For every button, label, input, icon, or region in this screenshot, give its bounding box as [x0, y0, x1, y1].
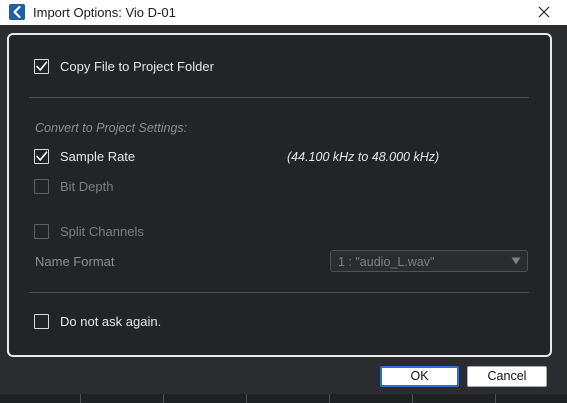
options-panel [7, 33, 552, 357]
window-title: Import Options: Vio D-01 [33, 5, 176, 20]
sample-rate-checkbox[interactable] [34, 149, 49, 164]
checkmark-icon [36, 61, 48, 71]
background-divider [80, 394, 81, 403]
do-not-ask-label[interactable]: Do not ask again. [60, 314, 161, 329]
divider [29, 292, 529, 293]
name-format-select[interactable]: 1 : "audio_L.wav" [330, 250, 528, 272]
ok-button[interactable]: OK [380, 366, 459, 387]
split-channels-checkbox[interactable] [34, 224, 49, 239]
background-divider [495, 394, 496, 403]
cubase-icon [9, 4, 25, 20]
do-not-ask-checkbox[interactable] [34, 314, 49, 329]
close-button[interactable] [521, 0, 567, 25]
convert-settings-heading: Convert to Project Settings: [35, 121, 188, 135]
background-strip [0, 394, 567, 403]
background-divider [163, 394, 164, 403]
name-format-value: 1 : "audio_L.wav" [338, 255, 435, 269]
copy-file-checkbox[interactable] [34, 59, 49, 74]
split-channels-label[interactable]: Split Channels [60, 224, 144, 239]
sample-rate-info: (44.100 kHz to 48.000 kHz) [287, 150, 440, 164]
background-divider [412, 394, 413, 403]
background-divider [329, 394, 330, 403]
bit-depth-checkbox[interactable] [34, 179, 49, 194]
sample-rate-label[interactable]: Sample Rate [60, 149, 135, 164]
copy-file-label[interactable]: Copy File to Project Folder [60, 59, 214, 74]
divider [29, 97, 529, 98]
checkmark-icon [36, 151, 48, 161]
dropdown-arrow-icon [511, 257, 521, 265]
close-icon [538, 6, 550, 18]
bit-depth-label[interactable]: Bit Depth [60, 179, 113, 194]
cancel-button[interactable]: Cancel [467, 366, 547, 387]
background-divider [246, 394, 247, 403]
name-format-label: Name Format [35, 254, 115, 269]
title-bar: Import Options: Vio D-01 [0, 0, 567, 26]
